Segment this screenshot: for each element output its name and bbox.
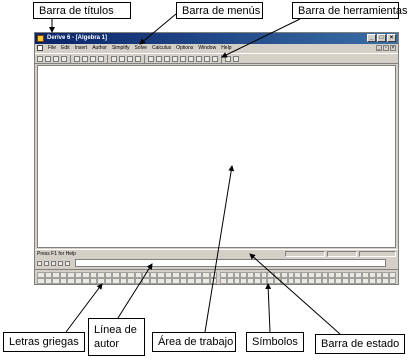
arrow-status-bar: [249, 253, 341, 335]
arrow-symbols: [265, 283, 272, 333]
arrow-greek-letters: [65, 283, 103, 333]
arrow-author-line: [117, 263, 153, 319]
arrow-work-area: [204, 165, 235, 333]
callout-arrows: [49, 13, 341, 335]
arrow-toolbar: [221, 18, 301, 58]
arrow-menu-bar: [139, 13, 177, 45]
